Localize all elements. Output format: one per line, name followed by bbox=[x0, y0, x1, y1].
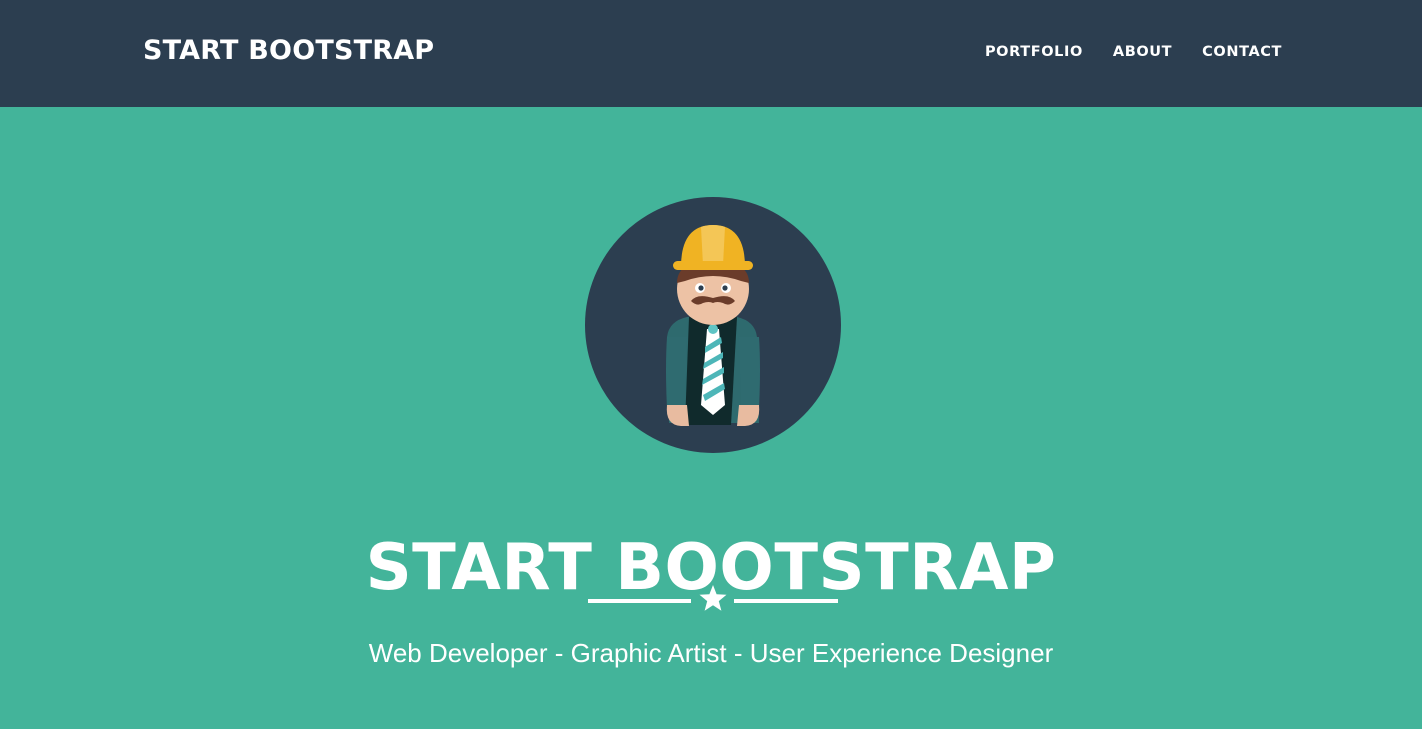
nav-link-about[interactable]: ABOUT bbox=[1113, 42, 1172, 62]
star-icon bbox=[699, 585, 727, 611]
star-divider bbox=[588, 581, 838, 611]
divider-line-right bbox=[734, 599, 838, 603]
hero-section: START BOOTSTRAP Web Developer - Graphic … bbox=[0, 107, 1422, 729]
hero-subtitle: Web Developer - Graphic Artist - User Ex… bbox=[368, 638, 1054, 668]
divider-line-left bbox=[588, 599, 691, 603]
nav-link-portfolio[interactable]: PORTFOLIO bbox=[985, 42, 1083, 62]
brand-link[interactable]: START BOOTSTRAP bbox=[143, 34, 434, 68]
construction-worker-avatar-icon bbox=[585, 197, 841, 453]
nav-menu: PORTFOLIO ABOUT CONTACT bbox=[985, 42, 1282, 62]
nav-link-contact[interactable]: CONTACT bbox=[1202, 42, 1282, 62]
navbar: START BOOTSTRAP PORTFOLIO ABOUT CONTACT bbox=[0, 0, 1422, 107]
